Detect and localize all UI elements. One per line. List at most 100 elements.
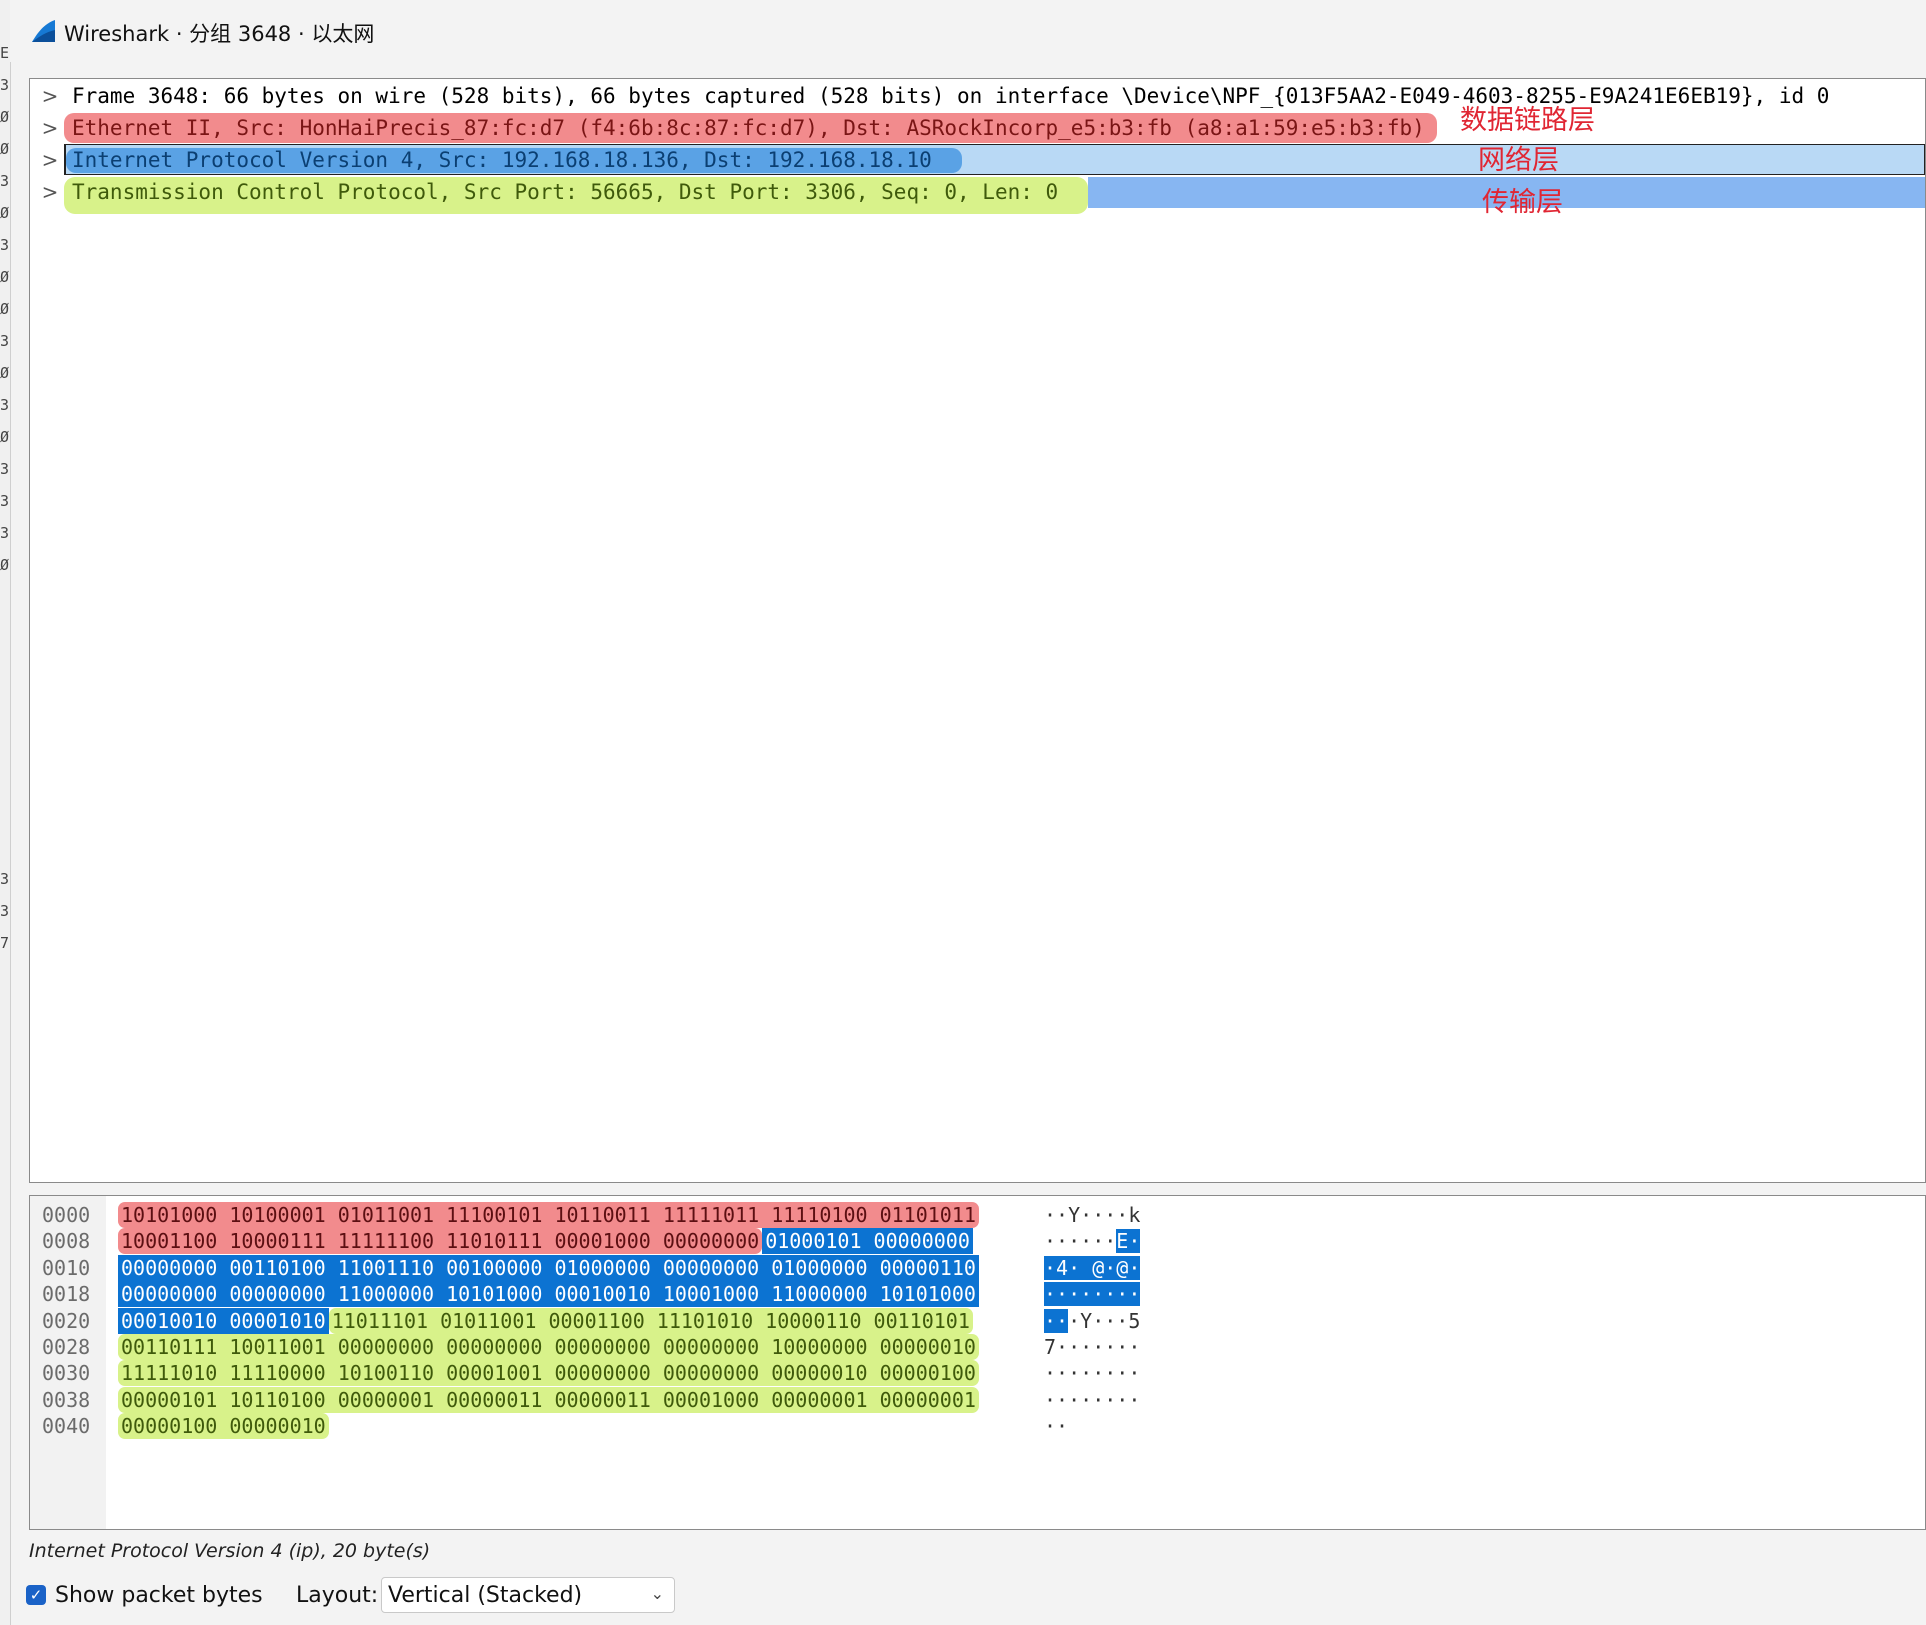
edge-glyph: 3 <box>0 396 10 414</box>
byte-offset: 0028 <box>42 1335 91 1359</box>
byte-row: 0010 00000000 00110100 11001110 00100000 … <box>30 1254 1925 1281</box>
tcp-byte-segment[interactable]: 11011101 01011001 00001100 11101010 1000… <box>328 1307 973 1334</box>
tcp-byte-segment[interactable]: 11111010 11110000 10100110 00001001 0000… <box>118 1360 979 1387</box>
byte-values[interactable]: 00000101 10110100 00000001 00000011 0000… <box>118 1386 979 1413</box>
footer-bar: ✓ Show packet bytes Layout: Vertical (St… <box>0 1574 1926 1625</box>
ascii-char: · <box>1092 1203 1105 1227</box>
show-bytes-checkbox[interactable]: ✓ <box>26 1585 46 1605</box>
tcp-byte-segment[interactable]: 00000100 00000010 <box>118 1413 329 1440</box>
ascii-char: · <box>1128 1387 1141 1412</box>
byte-ascii[interactable]: ·4· @·@· <box>1044 1255 1141 1280</box>
ascii-char: · <box>1128 1282 1141 1307</box>
eth-byte-segment[interactable]: 10101000 10100001 01011001 11100101 1011… <box>118 1202 979 1228</box>
byte-ascii[interactable]: 7······· <box>1044 1335 1140 1359</box>
ascii-char: · <box>1068 1308 1081 1333</box>
byte-row: 0000 10101000 10100001 01011001 11100101 … <box>30 1202 1925 1228</box>
expand-arrow-icon[interactable]: > <box>40 180 60 204</box>
ascii-char: · <box>1044 1203 1057 1227</box>
byte-ascii[interactable]: ········ <box>1044 1282 1141 1307</box>
byte-offset: 0020 <box>42 1308 91 1333</box>
edge-glyph: 3 <box>0 172 10 190</box>
byte-values[interactable]: 11111010 11110000 10100110 00001001 0000… <box>118 1360 979 1387</box>
tree-item-frame[interactable]: > Frame 3648: 66 bytes on wire (528 bits… <box>30 81 1925 113</box>
ascii-char: · <box>1092 1361 1105 1386</box>
expand-arrow-icon[interactable]: > <box>40 148 60 172</box>
byte-row: 0038 00000101 10110100 00000001 00000011 … <box>30 1386 1925 1413</box>
expand-arrow-icon[interactable]: > <box>40 84 60 108</box>
byte-ascii[interactable]: ··Y····k <box>1044 1203 1140 1227</box>
edge-glyph: 7 <box>0 934 10 952</box>
ascii-char: · <box>1116 1335 1129 1359</box>
ascii-char: · <box>1128 1335 1141 1359</box>
tree-item-ethernet[interactable]: > Ethernet II, Src: HonHaiPrecis_87:fc:d… <box>30 113 1925 145</box>
ascii-char: · <box>1080 1361 1093 1386</box>
byte-values[interactable]: 00010010 00001010 11011101 01011001 00001… <box>118 1307 973 1334</box>
byte-offset: 0018 <box>42 1282 91 1307</box>
annotation-transport-layer: 传输层 <box>1482 187 1563 218</box>
ip-byte-segment[interactable]: 00000000 00000000 11000000 10101000 0001… <box>118 1281 979 1308</box>
annotation-network-layer: 网络层 <box>1478 145 1559 176</box>
byte-row: 0040 00000100 00000010 ·· <box>30 1413 1925 1440</box>
ascii-char: · <box>1056 1361 1069 1386</box>
show-bytes-label[interactable]: Show packet bytes <box>55 1583 263 1608</box>
ip-byte-segment[interactable]: 00010010 00001010 <box>118 1307 329 1334</box>
eth-byte-segment[interactable]: 10001100 10000111 11111100 11010111 0000… <box>118 1228 763 1255</box>
edge-glyph: 3 <box>0 492 10 510</box>
ascii-char: · <box>1044 1282 1057 1307</box>
expand-arrow-icon[interactable]: > <box>40 116 60 140</box>
layout-select[interactable]: Vertical (Stacked) ⌄ <box>381 1577 675 1613</box>
byte-ascii[interactable]: ········ <box>1044 1388 1140 1412</box>
ascii-char: · <box>1116 1282 1129 1307</box>
ip-byte-segment[interactable]: 01000101 00000000 <box>762 1228 973 1255</box>
edge-glyph: 3 <box>0 524 10 542</box>
byte-offset: 0000 <box>42 1203 91 1227</box>
edge-glyph: Ø <box>0 300 10 318</box>
ascii-char: · <box>1056 1203 1069 1227</box>
ascii-char: · <box>1056 1335 1069 1359</box>
tree-item-label: Internet Protocol Version 4, Src: 192.16… <box>72 148 932 172</box>
ascii-char: · <box>1128 1361 1141 1386</box>
tcp-byte-segment[interactable]: 00110111 10011001 00000000 00000000 0000… <box>118 1334 979 1360</box>
ascii-char: 7 <box>1044 1335 1057 1359</box>
byte-ascii[interactable]: ···Y···5 <box>1044 1308 1140 1333</box>
tree-item-label: Ethernet II, Src: HonHaiPrecis_87:fc:d7 … <box>72 116 1425 140</box>
ascii-char: k <box>1128 1203 1141 1227</box>
edge-glyph: Ø <box>0 140 10 158</box>
ascii-char: @ <box>1092 1255 1105 1280</box>
byte-ascii[interactable]: ·· <box>1044 1414 1068 1438</box>
ascii-char: · <box>1056 1308 1069 1333</box>
byte-values[interactable]: 00110111 10011001 00000000 00000000 0000… <box>118 1334 979 1360</box>
byte-ascii[interactable]: ········ <box>1044 1361 1140 1385</box>
packet-details-tree[interactable]: > Frame 3648: 66 bytes on wire (528 bits… <box>29 78 1926 1183</box>
byte-values[interactable]: 00000100 00000010 <box>118 1413 329 1440</box>
edge-glyph: Ø <box>0 204 10 222</box>
ascii-char: · <box>1104 1335 1117 1359</box>
tree-item-ip[interactable]: > Internet Protocol Version 4, Src: 192.… <box>30 144 1925 177</box>
edge-glyph: 3 <box>0 236 10 254</box>
byte-values[interactable]: 00000000 00000000 11000000 10101000 0001… <box>118 1281 979 1308</box>
ascii-char: · <box>1128 1255 1141 1280</box>
ascii-char: · <box>1044 1255 1057 1280</box>
edge-glyph: Ø <box>0 364 10 382</box>
ascii-char: · <box>1116 1203 1129 1227</box>
ascii-char: 4 <box>1056 1255 1069 1280</box>
byte-row: 0030 11111010 11110000 10100110 00001001 … <box>30 1360 1925 1387</box>
ascii-char: · <box>1068 1361 1081 1386</box>
ascii-char: · <box>1056 1414 1069 1439</box>
byte-values[interactable]: 10001100 10000111 11111100 11010111 0000… <box>118 1228 973 1255</box>
window-title: Wireshark · 分组 3648 · 以太网 <box>64 22 375 46</box>
ascii-char: · <box>1056 1282 1069 1307</box>
byte-values[interactable]: 10101000 10100001 01011001 11100101 1011… <box>118 1202 979 1228</box>
tcp-byte-segment[interactable]: 00000101 10110100 00000001 00000011 0000… <box>118 1386 979 1413</box>
ascii-char: · <box>1068 1282 1081 1307</box>
ascii-char: · <box>1092 1387 1105 1412</box>
edge-glyph: Ø <box>0 108 10 126</box>
byte-ascii[interactable]: ······E· <box>1044 1229 1141 1254</box>
byte-values[interactable]: 00000000 00110100 11001110 00100000 0100… <box>118 1254 979 1281</box>
edge-glyph: 3 <box>0 870 10 888</box>
packet-bytes-pane[interactable]: 0000 10101000 10100001 01011001 11100101 … <box>29 1195 1926 1530</box>
annotation-link-layer: 数据链路层 <box>1460 105 1595 136</box>
ascii-char: · <box>1092 1282 1105 1307</box>
ip-byte-segment[interactable]: 00000000 00110100 11001110 00100000 0100… <box>118 1254 979 1281</box>
tree-item-tcp[interactable]: > Transmission Control Protocol, Src Por… <box>30 177 1925 214</box>
